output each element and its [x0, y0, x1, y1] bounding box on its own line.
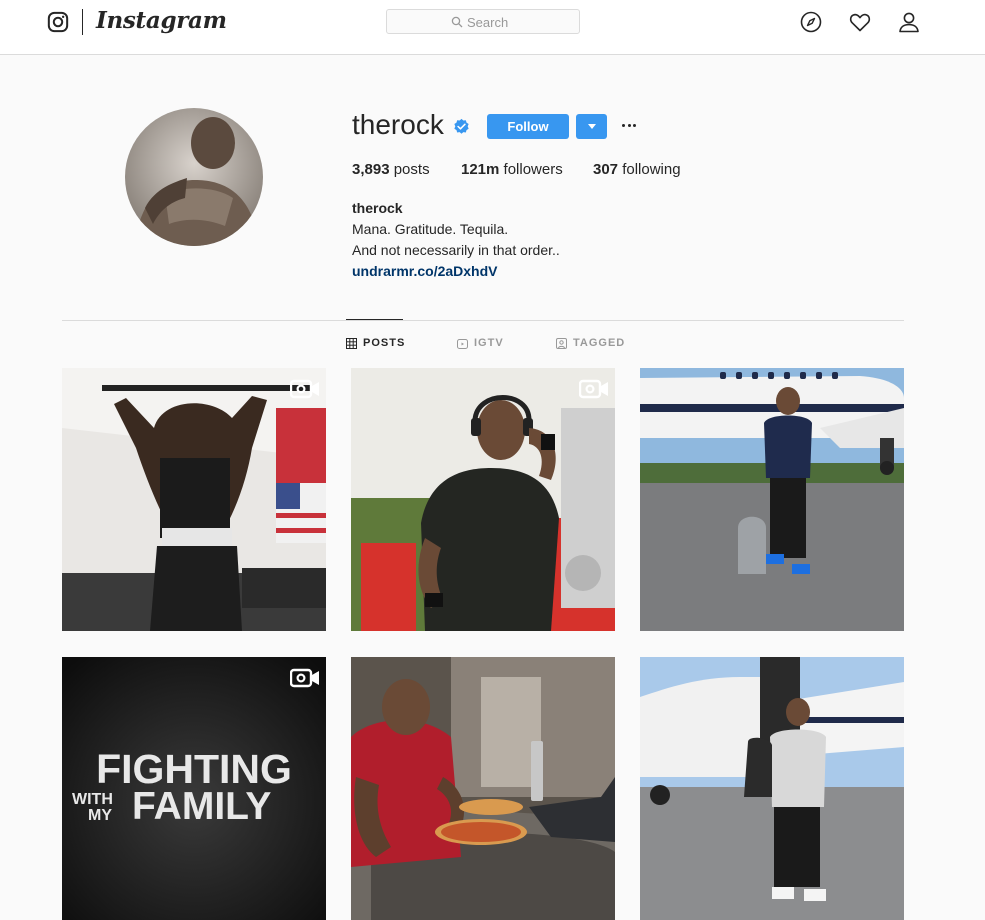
profile-icon[interactable]	[897, 10, 921, 34]
post-image	[351, 368, 615, 631]
igtv-icon	[457, 338, 468, 349]
followers-stat[interactable]: 121m followers	[461, 161, 563, 178]
tab-igtv[interactable]: IGTV	[457, 337, 504, 349]
tab-posts[interactable]: POSTS	[346, 337, 405, 349]
profile-bio: therock Mana. Gratitude. Tequila. And no…	[352, 198, 560, 282]
video-icon	[290, 668, 319, 688]
suggestions-dropdown-button[interactable]	[576, 114, 607, 139]
active-tab-indicator	[346, 319, 403, 320]
post-image	[640, 657, 904, 920]
top-nav: Instagram Search	[0, 0, 985, 55]
nav-divider	[82, 9, 83, 35]
post-tile[interactable]: FIGHTING WITH MY FAMILY	[62, 657, 326, 920]
follow-button[interactable]: Follow	[487, 114, 569, 139]
poster-word: FAMILY	[132, 785, 272, 828]
grid-icon	[346, 337, 357, 349]
search-placeholder: Search	[467, 15, 509, 30]
post-tile[interactable]	[640, 657, 904, 920]
verified-badge-icon	[454, 118, 469, 134]
post-tile[interactable]	[351, 657, 615, 920]
tab-label: IGTV	[474, 337, 504, 349]
post-image	[351, 657, 615, 920]
tab-label: POSTS	[363, 337, 406, 349]
post-tile[interactable]	[62, 368, 326, 631]
post-tile[interactable]	[640, 368, 904, 631]
search-input[interactable]: Search	[386, 9, 580, 34]
tagged-icon	[556, 337, 567, 349]
video-icon	[579, 379, 608, 399]
tabs-divider	[62, 320, 904, 321]
bio-name: therock	[352, 200, 403, 216]
chevron-down-icon	[588, 124, 596, 129]
bio-link[interactable]: undrarmr.co/2aDxhdV	[352, 261, 560, 282]
bio-line: And not necessarily in that order..	[352, 242, 560, 258]
post-image	[62, 368, 326, 631]
poster-subtitle: WITH MY FAMILY	[72, 785, 316, 831]
video-icon	[290, 379, 319, 399]
posts-stat: 3,893 posts	[352, 161, 430, 178]
avatar[interactable]	[125, 108, 263, 246]
post-tile[interactable]	[351, 368, 615, 631]
instagram-wordmark[interactable]: Instagram	[96, 7, 227, 34]
profile-username: therock	[352, 109, 444, 140]
compass-icon[interactable]	[799, 10, 823, 34]
poster-word: MY	[88, 807, 112, 824]
heart-icon[interactable]	[848, 10, 872, 34]
camera-icon[interactable]	[47, 11, 69, 33]
bio-line: Mana. Gratitude. Tequila.	[352, 221, 509, 237]
tab-label: TAGGED	[573, 337, 626, 349]
post-image	[640, 368, 904, 631]
following-stat[interactable]: 307 following	[593, 161, 681, 178]
tab-tagged[interactable]: TAGGED	[556, 337, 625, 349]
search-icon	[451, 16, 463, 28]
more-options-icon[interactable]	[621, 116, 637, 136]
